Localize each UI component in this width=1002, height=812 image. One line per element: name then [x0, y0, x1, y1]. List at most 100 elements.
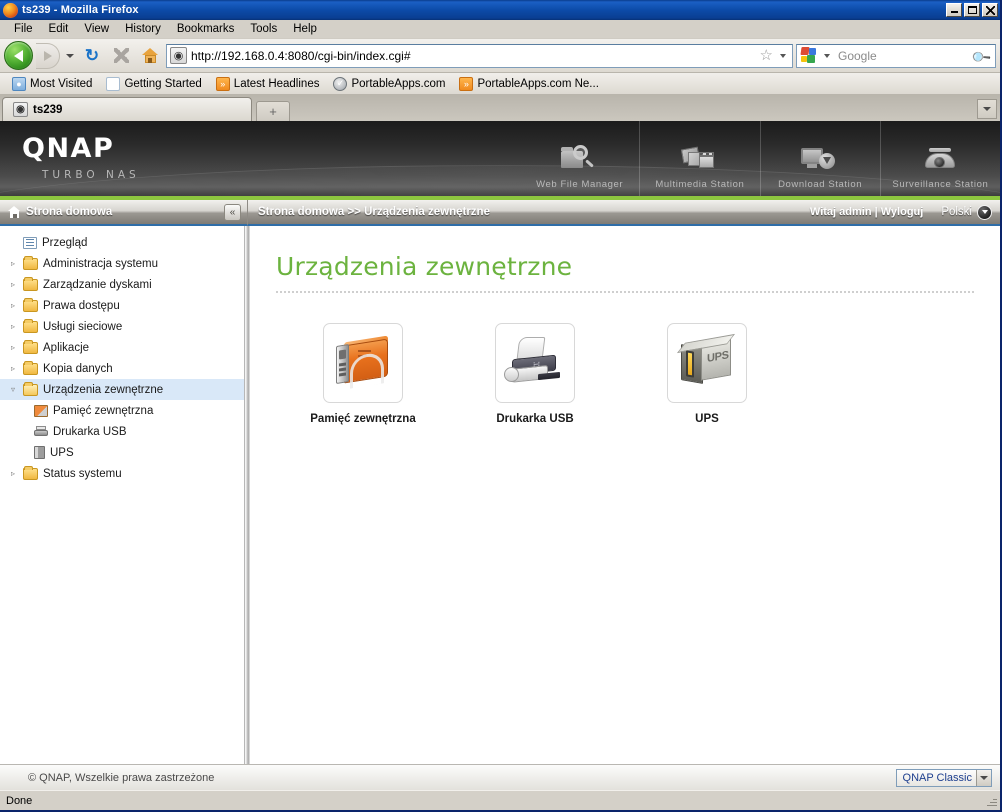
- url-text[interactable]: http://192.168.0.4:8080/cgi-bin/index.cg…: [191, 49, 757, 63]
- menu-view[interactable]: View: [76, 21, 117, 37]
- multimedia-station-icon: [677, 139, 723, 177]
- sidebar-item-kopia-danych[interactable]: ▹ Kopia danych: [0, 358, 244, 379]
- tab-list-dropdown-icon[interactable]: [977, 99, 997, 119]
- chevron-down-icon: [977, 204, 992, 220]
- theme-select[interactable]: QNAP Classic: [895, 768, 992, 787]
- twisty-icon[interactable]: ▹: [8, 322, 18, 331]
- sidebar-item-zarzadzanie-dyskami[interactable]: ▹ Zarządzanie dyskami: [0, 274, 244, 295]
- tab-bar: ◉ ts239 +: [0, 95, 1000, 121]
- device-tile[interactable]: ∺: [495, 323, 575, 403]
- twisty-icon[interactable]: ▹: [8, 280, 18, 289]
- sidebar-item-aplikacje[interactable]: ▹ Aplikacje: [0, 337, 244, 358]
- qnap-brand[interactable]: QNAP TURBO NAS: [0, 121, 520, 196]
- bookmark-most-visited[interactable]: ● Most Visited: [5, 76, 99, 91]
- resize-grip[interactable]: [984, 794, 998, 808]
- menu-bookmarks[interactable]: Bookmarks: [169, 21, 243, 37]
- bookmark-portableapps[interactable]: ✓ PortableApps.com: [326, 76, 452, 91]
- stop-button[interactable]: [108, 43, 134, 69]
- minimize-button[interactable]: [946, 3, 962, 17]
- bookmark-getting-started[interactable]: Getting Started: [99, 76, 208, 91]
- google-icon: [800, 47, 818, 64]
- sidebar-item-przeglad[interactable]: Przegląd: [0, 232, 244, 253]
- menu-tools[interactable]: Tools: [242, 21, 285, 37]
- search-input[interactable]: Google: [834, 49, 973, 63]
- sidebar-item-administracja-systemu[interactable]: ▹ Administracja systemu: [0, 253, 244, 274]
- bookmark-portableapps-news[interactable]: » PortableApps.com Ne...: [452, 76, 605, 91]
- firefox-window: ts239 - Mozilla Firefox File Edit View H…: [0, 0, 1002, 812]
- new-tab-button[interactable]: +: [256, 101, 290, 121]
- page-title: Urządzenia zewnętrzne: [276, 252, 573, 281]
- back-button[interactable]: [4, 41, 33, 70]
- device-tile[interactable]: UPS: [667, 323, 747, 403]
- tab-ts239[interactable]: ◉ ts239: [2, 97, 252, 121]
- device-tile[interactable]: [323, 323, 403, 403]
- history-dropdown-button[interactable]: [63, 53, 76, 58]
- twisty-icon[interactable]: ▹: [8, 259, 18, 268]
- folder-icon: [23, 297, 38, 312]
- menu-edit[interactable]: Edit: [41, 21, 77, 37]
- main-content: Urządzenia zewnętrzne Pamięć zewnętrzna …: [250, 226, 1000, 764]
- sidebar-item-label: Urządzenia zewnętrzne: [43, 383, 164, 396]
- sidebar-item-uslugi-sieciowe[interactable]: ▹ Usługi sieciowe: [0, 316, 244, 337]
- bookmarks-bar: ● Most Visited Getting Started » Latest …: [0, 73, 1000, 95]
- station-multimedia[interactable]: Multimedia Station: [639, 121, 759, 196]
- maximize-button[interactable]: [964, 3, 980, 17]
- folder-icon: [23, 465, 38, 480]
- device-label: Pamięć zewnętrzna: [310, 413, 416, 425]
- close-button[interactable]: [982, 3, 998, 17]
- download-station-icon: [797, 139, 843, 177]
- menu-file[interactable]: File: [6, 21, 41, 37]
- sidebar-item-pamiec-zewnetrzna[interactable]: Pamięć zewnętrzna: [0, 400, 244, 421]
- search-engine-dropdown[interactable]: [820, 53, 834, 58]
- sidebar-item-urzadzenia-zewnetrzne[interactable]: ▿ Urządzenia zewnętrzne: [0, 379, 244, 400]
- sidebar-item-ups[interactable]: UPS: [0, 442, 244, 463]
- sidebar-collapse-button[interactable]: «: [224, 203, 241, 221]
- device-ups[interactable]: UPS UPS: [666, 323, 748, 425]
- folder-icon: ●: [12, 76, 26, 91]
- twisty-icon[interactable]: ▹: [8, 364, 18, 373]
- chevron-down-icon[interactable]: [976, 769, 991, 786]
- menu-history[interactable]: History: [117, 21, 169, 37]
- sidebar-item-status-systemu[interactable]: ▹ Status systemu: [0, 463, 244, 484]
- sidebar: Przegląd ▹ Administracja systemu ▹ Zarzą…: [0, 226, 245, 764]
- menu-help[interactable]: Help: [285, 21, 325, 37]
- twisty-icon[interactable]: ▿: [8, 385, 18, 394]
- body-split: Przegląd ▹ Administracja systemu ▹ Zarzą…: [0, 226, 1000, 764]
- station-download[interactable]: Download Station: [759, 121, 880, 196]
- title-bar: ts239 - Mozilla Firefox: [0, 0, 1000, 20]
- forward-button[interactable]: [36, 42, 60, 69]
- sidebar-header-label: Strona domowa: [26, 206, 113, 218]
- twisty-icon[interactable]: ▹: [8, 301, 18, 310]
- station-links: Web File Manager Multimedia Station Down…: [520, 121, 1000, 196]
- reload-button[interactable]: ↻: [79, 43, 105, 69]
- twisty-icon[interactable]: ▹: [8, 469, 18, 478]
- home-button[interactable]: [137, 43, 163, 69]
- device-usb-printer[interactable]: ∺ Drukarka USB: [494, 323, 576, 425]
- bookmark-label: PortableApps.com Ne...: [477, 77, 599, 90]
- url-dropdown-button[interactable]: [776, 53, 790, 58]
- sidebar-header: Strona domowa «: [0, 200, 247, 226]
- search-box[interactable]: Google 🔍: [796, 43, 996, 68]
- twisty-icon[interactable]: ▹: [8, 343, 18, 352]
- sidebar-item-prawa-dostepu[interactable]: ▹ Prawa dostępu: [0, 295, 244, 316]
- device-label: UPS: [695, 413, 719, 425]
- language-selector[interactable]: Polski: [933, 204, 992, 220]
- folder-icon: [23, 360, 38, 375]
- sidebar-item-drukarka-usb[interactable]: Drukarka USB: [0, 421, 244, 442]
- search-icon[interactable]: 🔍: [970, 43, 996, 68]
- url-bar[interactable]: ◉ http://192.168.0.4:8080/cgi-bin/index.…: [166, 43, 793, 68]
- station-label: Multimedia Station: [655, 179, 745, 190]
- station-label: Download Station: [778, 179, 863, 190]
- station-web-file-manager[interactable]: Web File Manager: [520, 121, 639, 196]
- device-external-storage[interactable]: Pamięć zewnętrzna: [310, 323, 416, 425]
- usb-printer-icon: ∺: [504, 337, 566, 389]
- tab-label: ts239: [33, 103, 63, 116]
- station-surveillance[interactable]: Surveillance Station: [879, 121, 1000, 196]
- overview-icon: [23, 236, 37, 249]
- bookmark-star-icon[interactable]: ☆: [757, 48, 776, 63]
- user-greeting-logout[interactable]: Witaj admin | Wyloguj: [810, 206, 923, 218]
- sidebar-item-label: Prawa dostępu: [43, 299, 120, 312]
- sidebar-item-label: Status systemu: [43, 467, 122, 480]
- bookmark-latest-headlines[interactable]: » Latest Headlines: [209, 76, 327, 91]
- sidebar-item-label: Kopia danych: [43, 362, 113, 375]
